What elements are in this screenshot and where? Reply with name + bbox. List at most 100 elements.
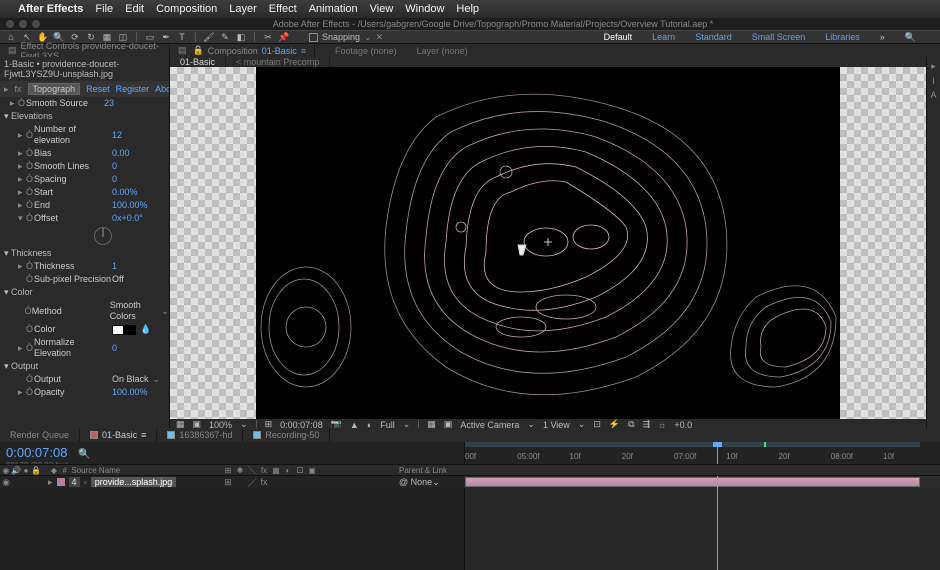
lock-icon[interactable]: 🔒 — [193, 45, 204, 56]
layer-bar[interactable] — [465, 477, 920, 487]
pickwhip-icon[interactable]: @ — [399, 477, 408, 487]
parent-dropdown[interactable]: None — [411, 477, 433, 487]
view-tab-active[interactable]: 01-Basic — [170, 57, 226, 67]
app-menu[interactable]: After Effects — [18, 3, 83, 15]
roto-tool-icon[interactable]: ✂ — [261, 31, 275, 43]
viewer-canvas[interactable] — [256, 67, 840, 419]
effect-name[interactable]: Topograph — [28, 83, 81, 95]
tab-01-basic[interactable]: 01-Basic ≡ — [80, 428, 157, 442]
puppet-tool-icon[interactable]: 📌 — [277, 31, 291, 43]
home-icon[interactable]: ⌂ — [4, 31, 18, 43]
prop-value[interactable]: 0.00% — [112, 187, 138, 198]
prop-value[interactable]: 0.00 — [112, 148, 130, 159]
stopwatch-icon[interactable]: Ò — [26, 387, 34, 398]
menu-file[interactable]: File — [95, 3, 113, 15]
menu-layer[interactable]: Layer — [229, 3, 257, 15]
stopwatch-icon[interactable]: Ò — [26, 130, 34, 141]
layer-name[interactable]: provide...splash.jpg — [91, 477, 177, 487]
effect-register[interactable]: Register — [116, 84, 150, 94]
prop-value[interactable]: 0 — [112, 161, 117, 172]
pen-tool-icon[interactable]: ✒ — [159, 31, 173, 43]
search-help-icon[interactable]: 🔍 — [905, 32, 916, 43]
menu-window[interactable]: Window — [405, 3, 444, 15]
workspace-default[interactable]: Default — [604, 32, 633, 43]
stopwatch-icon[interactable]: Ò — [26, 174, 34, 185]
menu-view[interactable]: View — [370, 3, 394, 15]
group-toggle-icon[interactable]: ▾ — [4, 287, 9, 297]
menu-composition[interactable]: Composition — [156, 3, 217, 15]
effect-about[interactable]: About... — [155, 84, 170, 94]
prop-value[interactable]: 0x+0.0° — [112, 213, 143, 224]
brush-tool-icon[interactable]: 🖌 — [202, 31, 216, 43]
eye-icon[interactable]: ◉ — [2, 478, 10, 486]
layer-tab[interactable]: Layer (none) — [397, 46, 468, 56]
label-col-icon[interactable]: ◆ — [50, 466, 58, 474]
workspace-standard[interactable]: Standard — [695, 32, 732, 43]
type-tool-icon[interactable]: T — [175, 31, 189, 43]
stopwatch-icon[interactable]: Ò — [26, 200, 34, 211]
stopwatch-icon[interactable]: Ò — [26, 148, 34, 159]
stopwatch-icon[interactable]: Ò — [26, 161, 34, 172]
prop-value[interactable]: 0 — [112, 343, 117, 354]
panel-menu-icon[interactable]: ▤ — [8, 45, 17, 56]
tab-render-queue[interactable]: Render Queue — [0, 428, 80, 442]
tab-16386367[interactable]: 16386367-hd — [157, 428, 243, 442]
footage-tab[interactable]: Footage (none) — [315, 46, 397, 56]
audio-col-icon[interactable]: 🔊 — [12, 466, 20, 474]
stopwatch-icon[interactable]: Ò — [26, 324, 34, 335]
prop-value[interactable]: 23 — [104, 98, 114, 109]
effect-toggle-icon[interactable]: ▸ — [4, 84, 9, 95]
current-time-indicator[interactable] — [717, 442, 718, 464]
snapping-checkbox[interactable] — [309, 33, 318, 42]
effect-reset[interactable]: Reset — [86, 84, 110, 94]
angle-dial[interactable] — [94, 227, 112, 245]
menu-animation[interactable]: Animation — [309, 3, 358, 15]
effect-controls-tab[interactable]: ▤ Effect Controls providence-doucet-Fjwt… — [0, 44, 170, 57]
workspace-libraries[interactable]: Libraries — [825, 32, 860, 43]
workspace-small[interactable]: Small Screen — [752, 32, 806, 43]
method-dropdown[interactable]: Smooth Colors⌄ — [110, 300, 169, 322]
color-swatch[interactable] — [112, 325, 136, 335]
group-toggle-icon[interactable]: ▾ — [4, 248, 9, 258]
label-color-icon[interactable] — [57, 478, 65, 486]
snap-opt2-icon[interactable]: ✕ — [376, 32, 384, 43]
panel-icon[interactable]: A — [930, 90, 936, 100]
prop-value[interactable]: 12 — [112, 130, 122, 141]
stopwatch-icon[interactable]: Ò — [26, 274, 34, 285]
clone-tool-icon[interactable]: ✎ — [218, 31, 232, 43]
tab-menu-icon[interactable]: ≡ — [301, 46, 306, 56]
panel-icon[interactable]: I — [932, 76, 935, 86]
menu-help[interactable]: Help — [456, 3, 479, 15]
group-toggle-icon[interactable]: ▾ — [4, 361, 9, 371]
workspace-learn[interactable]: Learn — [652, 32, 675, 43]
stopwatch-icon[interactable]: Ò — [26, 261, 34, 272]
stopwatch-icon[interactable]: Ò — [26, 343, 34, 354]
timeline-layer-row[interactable]: ◉ ▸4▫provide...splash.jpg ⊞／fx @ None ⌄ — [0, 476, 940, 488]
stopwatch-icon[interactable]: Ò — [18, 98, 26, 109]
col-parent[interactable]: Parent & Link — [399, 466, 447, 475]
snap-opt-icon[interactable]: ⌄ — [364, 32, 372, 43]
eraser-tool-icon[interactable]: ◧ — [234, 31, 248, 43]
prop-value[interactable]: 100.00% — [112, 387, 148, 398]
prop-value[interactable]: 0 — [112, 174, 117, 185]
twirl-icon[interactable]: ▸ — [48, 477, 53, 488]
output-dropdown[interactable]: On Black⌄ — [112, 374, 160, 385]
solo-col-icon[interactable]: ● — [22, 466, 30, 474]
stopwatch-icon[interactable]: Ò — [26, 374, 34, 385]
tab-recording[interactable]: Recording-50 — [243, 428, 330, 442]
lock-col-icon[interactable]: 🔒 — [32, 466, 40, 474]
current-timecode[interactable]: 0:00:07:08 — [6, 445, 67, 460]
fx-badge-icon[interactable]: fx — [15, 84, 22, 94]
prop-value[interactable]: 100.00% — [112, 200, 148, 211]
menu-edit[interactable]: Edit — [125, 3, 144, 15]
group-toggle-icon[interactable]: ▾ — [4, 111, 9, 121]
col-source-name[interactable]: Source Name — [71, 466, 120, 475]
time-ruler[interactable]: 00f 05:00f 10f 20f 07:00f 10f 20f 08:00f… — [465, 442, 940, 464]
timeline-search-icon[interactable]: 🔍 — [78, 449, 90, 460]
workspace-more-icon[interactable]: » — [880, 32, 885, 43]
panel-menu-icon[interactable]: ▤ — [178, 45, 187, 56]
traffic-lights[interactable] — [0, 20, 46, 28]
eye-col-icon[interactable]: ◉ — [2, 466, 10, 474]
prop-value[interactable]: 1 — [112, 261, 117, 272]
prop-value[interactable]: Off — [112, 274, 124, 285]
